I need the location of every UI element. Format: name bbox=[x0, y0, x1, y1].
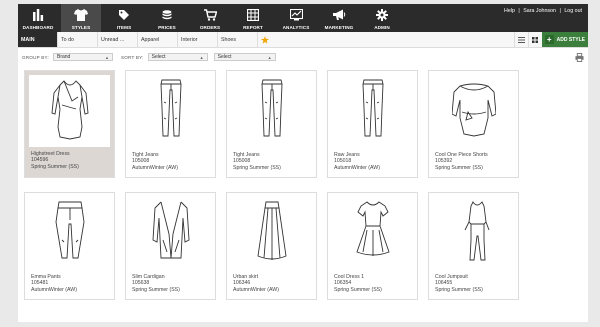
tab-main[interactable]: MAIN bbox=[18, 32, 58, 47]
product-card[interactable]: Cool Jumpsuit 106455 Spring Summer (SS) bbox=[428, 192, 519, 300]
nav-label: MARKETING bbox=[324, 25, 354, 30]
select-arrow-icon: ▲︎ bbox=[199, 54, 204, 60]
product-sketch bbox=[227, 71, 316, 149]
grid-report-icon bbox=[247, 8, 259, 22]
product-sketch bbox=[328, 71, 417, 149]
separator: | bbox=[559, 8, 561, 14]
product-info: Cool Dress 1 106354 Spring Summer (SS) bbox=[328, 271, 417, 296]
nav-prices[interactable]: PRICES bbox=[147, 4, 187, 32]
nav-orders[interactable]: ORDERS bbox=[190, 4, 230, 32]
nav-report[interactable]: REPORT bbox=[233, 4, 273, 32]
filter-bar: GROUP BY: Brand ▲︎ SORT BY: Select ▲︎ Se… bbox=[18, 48, 588, 66]
cart-icon bbox=[203, 8, 217, 22]
product-card[interactable]: Cool One Piece Shorts 105392 Spring Summer… bbox=[428, 70, 519, 178]
tab-to-do[interactable]: To do bbox=[58, 32, 98, 47]
user-name[interactable]: Sara Johnson bbox=[523, 8, 556, 14]
product-sketch bbox=[429, 193, 518, 271]
bar-chart-icon bbox=[32, 8, 44, 22]
nav-label: ANALYTICS bbox=[282, 25, 310, 30]
product-season: AutumnWinter (AW) bbox=[132, 164, 178, 171]
list-view-icon[interactable] bbox=[513, 32, 528, 47]
secondary-select[interactable]: Select ▲︎ bbox=[213, 53, 276, 61]
nav-label: ITEMS bbox=[116, 25, 132, 30]
top-nav: DASHBOARD STYLES ITEMS PRICES ORDERS REP… bbox=[18, 4, 588, 32]
product-card[interactable]: Urban skirt 106346 AutumnWinter (AW) bbox=[226, 192, 317, 300]
star-icon[interactable] bbox=[258, 32, 272, 47]
product-card[interactable]: Raw Jeans 105018 AutumnWinter (AW) bbox=[327, 70, 418, 178]
logout-link[interactable]: Log out bbox=[564, 8, 582, 14]
group-by-label: GROUP BY: bbox=[22, 54, 49, 60]
product-sketch bbox=[429, 71, 518, 149]
nav-analytics[interactable]: ANALYTICS bbox=[276, 4, 316, 32]
nav-label: STYLES bbox=[71, 25, 91, 30]
view-tabs: MAIN To do Unread ... Apparel Interior S… bbox=[18, 32, 588, 48]
product-info: Highstreet Dress 104596 Spring Summer (SS) bbox=[25, 147, 114, 173]
help-link[interactable]: Help bbox=[504, 8, 515, 14]
nav-marketing[interactable]: MARKETING bbox=[319, 4, 359, 32]
nav-label: DASHBOARD bbox=[22, 25, 54, 30]
product-info: Cool One Piece Shorts 105392 Spring Summer… bbox=[429, 149, 518, 174]
tab-interior[interactable]: Interior bbox=[178, 32, 218, 47]
print-icon[interactable] bbox=[575, 52, 584, 62]
product-sketch bbox=[25, 193, 114, 271]
tab-shoes[interactable]: Shoes bbox=[218, 32, 258, 47]
product-season: AutumnWinter (AW) bbox=[31, 286, 77, 293]
product-card[interactable]: Tight Jeans 105008 AutumnWinter (AW) bbox=[125, 70, 216, 178]
nav-label: REPORT bbox=[243, 25, 263, 30]
gear-icon bbox=[376, 8, 388, 22]
product-season: Spring Summer (SS) bbox=[233, 164, 281, 171]
product-season: Spring Summer (SS) bbox=[132, 286, 180, 293]
product-sketch bbox=[29, 75, 110, 147]
product-card[interactable]: Tight Jeans 105008 Spring Summer (SS) bbox=[226, 70, 317, 178]
coins-icon bbox=[161, 8, 173, 22]
product-season: AutumnWinter (AW) bbox=[233, 286, 279, 293]
product-season: AutumnWinter (AW) bbox=[334, 164, 380, 171]
nav-items[interactable]: ITEMS bbox=[104, 4, 144, 32]
product-info: Cool Jumpsuit 106455 Spring Summer (SS) bbox=[429, 271, 518, 296]
nav-admin[interactable]: ADMIN bbox=[362, 4, 402, 32]
nav-dashboard[interactable]: DASHBOARD bbox=[18, 4, 58, 32]
user-links: Help | Sara Johnson | Log out bbox=[503, 4, 588, 32]
product-card[interactable]: Slim Cardigan 105638 Spring Summer (SS) bbox=[125, 192, 216, 300]
select-arrow-icon: ▲︎ bbox=[267, 54, 272, 60]
nav-label: ORDERS bbox=[199, 25, 221, 30]
product-info: Slim Cardigan 105638 Spring Summer (SS) bbox=[126, 271, 215, 296]
grid-view-icon[interactable] bbox=[527, 32, 542, 47]
product-season: Spring Summer (SS) bbox=[435, 164, 483, 171]
product-card[interactable]: Highstreet Dress 104596 Spring Summer (SS) bbox=[24, 70, 115, 178]
product-info: Raw Jeans 105018 AutumnWinter (AW) bbox=[328, 149, 417, 174]
product-sketch bbox=[126, 71, 215, 149]
analytics-icon bbox=[289, 8, 303, 22]
product-season: Spring Summer (SS) bbox=[334, 286, 382, 293]
add-style-button[interactable]: + ADD STYLE bbox=[541, 32, 588, 47]
separator: | bbox=[518, 8, 520, 14]
product-card[interactable]: Cool Dress 1 106354 Spring Summer (SS) bbox=[327, 192, 418, 300]
product-sketch bbox=[328, 193, 417, 271]
group-by-select[interactable]: Brand ▲︎ bbox=[53, 53, 113, 61]
product-info: Emma Pants 105481 AutumnWinter (AW) bbox=[25, 271, 114, 296]
product-sketch bbox=[126, 193, 215, 271]
add-style-label: ADD STYLE bbox=[556, 36, 585, 43]
megaphone-icon bbox=[332, 8, 346, 22]
product-info: Urban skirt 106346 AutumnWinter (AW) bbox=[227, 271, 316, 296]
product-sketch bbox=[227, 193, 316, 271]
tag-icon bbox=[118, 8, 130, 22]
product-info: Tight Jeans 105008 AutumnWinter (AW) bbox=[126, 149, 215, 174]
product-info: Tight Jeans 105008 Spring Summer (SS) bbox=[227, 149, 316, 174]
tab-unread[interactable]: Unread ... bbox=[98, 32, 138, 47]
select-arrow-icon: ▲︎ bbox=[105, 54, 109, 60]
sort-by-label: SORT BY: bbox=[121, 54, 144, 60]
tab-apparel[interactable]: Apparel bbox=[138, 32, 178, 47]
product-season: Spring Summer (SS) bbox=[435, 286, 483, 293]
nav-label: PRICES bbox=[158, 25, 176, 30]
shirt-icon bbox=[74, 8, 88, 22]
nav-styles[interactable]: STYLES bbox=[61, 4, 101, 32]
plus-icon: + bbox=[544, 35, 554, 44]
nav-label: ADMIN bbox=[374, 25, 390, 30]
app-window: DASHBOARD STYLES ITEMS PRICES ORDERS REP… bbox=[18, 4, 588, 322]
product-season: Spring Summer (SS) bbox=[31, 163, 79, 170]
sort-by-select[interactable]: Select ▲︎ bbox=[147, 53, 208, 61]
product-card[interactable]: Emma Pants 105481 AutumnWinter (AW) bbox=[24, 192, 115, 300]
